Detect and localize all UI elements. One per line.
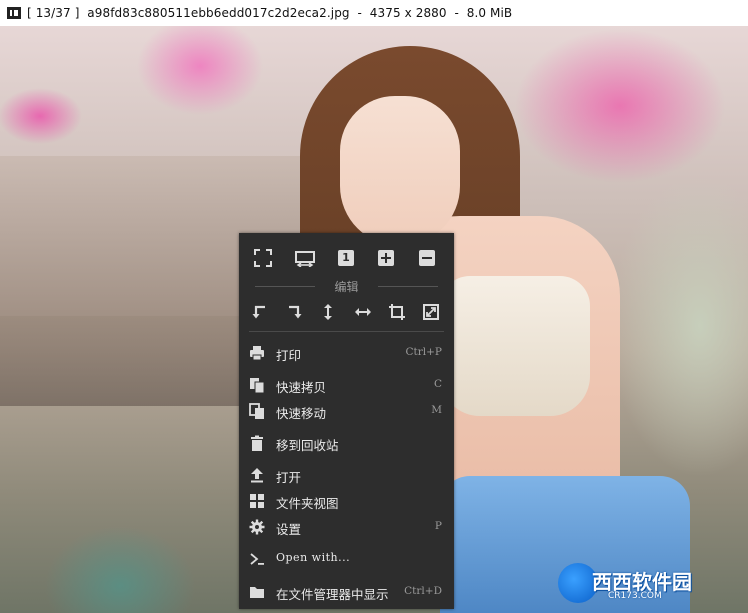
gear-icon (249, 519, 265, 535)
menu-item-shortcut: Ctrl+P (405, 346, 443, 358)
menu-item-open-with[interactable]: Open with... (239, 547, 454, 571)
photo-subject-face (340, 96, 460, 246)
menu-item-shortcut: C (433, 378, 442, 390)
app-logo-icon (7, 7, 21, 19)
menu-item-label: 快速拷贝 (276, 380, 327, 395)
menu-item-quick-move[interactable]: 快速移动 M (239, 399, 454, 423)
menu-item-label: 打印 (276, 348, 302, 363)
menu-item-label: Open with... (276, 551, 351, 564)
menu-item-folder-view[interactable]: 文件夹视图 (239, 489, 454, 513)
menu-item-shortcut: P (434, 520, 442, 532)
window-title: [ 13/37 ] a98fd83c880511ebb6edd017c2d2ec… (27, 6, 513, 20)
original-size-icon[interactable]: 1 (337, 249, 355, 267)
flip-vertical-icon[interactable] (319, 303, 337, 321)
zoom-in-icon[interactable] (377, 249, 395, 267)
menu-item-settings[interactable]: 设置 P (239, 515, 454, 539)
menu-item-label: 设置 (276, 522, 302, 537)
zoom-out-icon[interactable] (418, 249, 436, 267)
menu-item-show-in-file-manager[interactable]: 在文件管理器中显示 Ctrl+D (239, 580, 454, 604)
menu-item-shortcut: Ctrl+D (404, 585, 442, 597)
menu-item-shortcut: M (431, 404, 442, 416)
crop-icon[interactable] (388, 303, 406, 321)
grid-icon (249, 493, 265, 509)
copy-icon (249, 377, 265, 393)
watermark: 西西软件园 CR173.COM (558, 563, 738, 603)
menu-item-label: 快速移动 (276, 406, 327, 421)
menu-divider (249, 331, 444, 332)
photo-subject-top (440, 276, 590, 416)
menu-item-move-to-trash[interactable]: 移到回收站 (239, 431, 454, 455)
photo-background-stairs (0, 316, 240, 406)
upload-icon (249, 467, 265, 483)
view-toolbar: 1 (239, 241, 454, 275)
edit-section-label: 编辑 (239, 278, 454, 294)
menu-item-print[interactable]: 打印 Ctrl+P (239, 341, 454, 365)
rotate-left-icon[interactable] (251, 303, 269, 321)
printer-icon (249, 345, 265, 361)
rotate-right-icon[interactable] (285, 303, 303, 321)
flip-horizontal-icon[interactable] (354, 303, 372, 321)
fit-width-icon[interactable] (294, 249, 316, 267)
menu-item-label: 移到回收站 (276, 438, 339, 453)
resize-icon[interactable] (422, 303, 440, 321)
folder-icon (249, 584, 265, 600)
original-size-label: 1 (338, 250, 354, 266)
fullscreen-icon[interactable] (254, 249, 272, 267)
menu-item-open[interactable]: 打开 (239, 463, 454, 487)
menu-item-label: 文件夹视图 (276, 496, 339, 511)
menu-item-label: 打开 (276, 470, 302, 485)
menu-item-quick-copy[interactable]: 快速拷贝 C (239, 373, 454, 397)
edit-toolbar (239, 295, 454, 329)
move-icon (249, 403, 265, 419)
context-menu: 1 编辑 打印 Ctrl+P 快速拷贝 C 快速移动 M 移到回收站 打开 文件… (239, 233, 454, 609)
trash-icon (249, 435, 265, 451)
title-bar: [ 13/37 ] a98fd83c880511ebb6edd017c2d2ec… (0, 0, 748, 26)
terminal-icon (249, 551, 265, 567)
watermark-domain: CR173.COM (608, 591, 662, 601)
menu-item-label: 在文件管理器中显示 (276, 587, 389, 602)
